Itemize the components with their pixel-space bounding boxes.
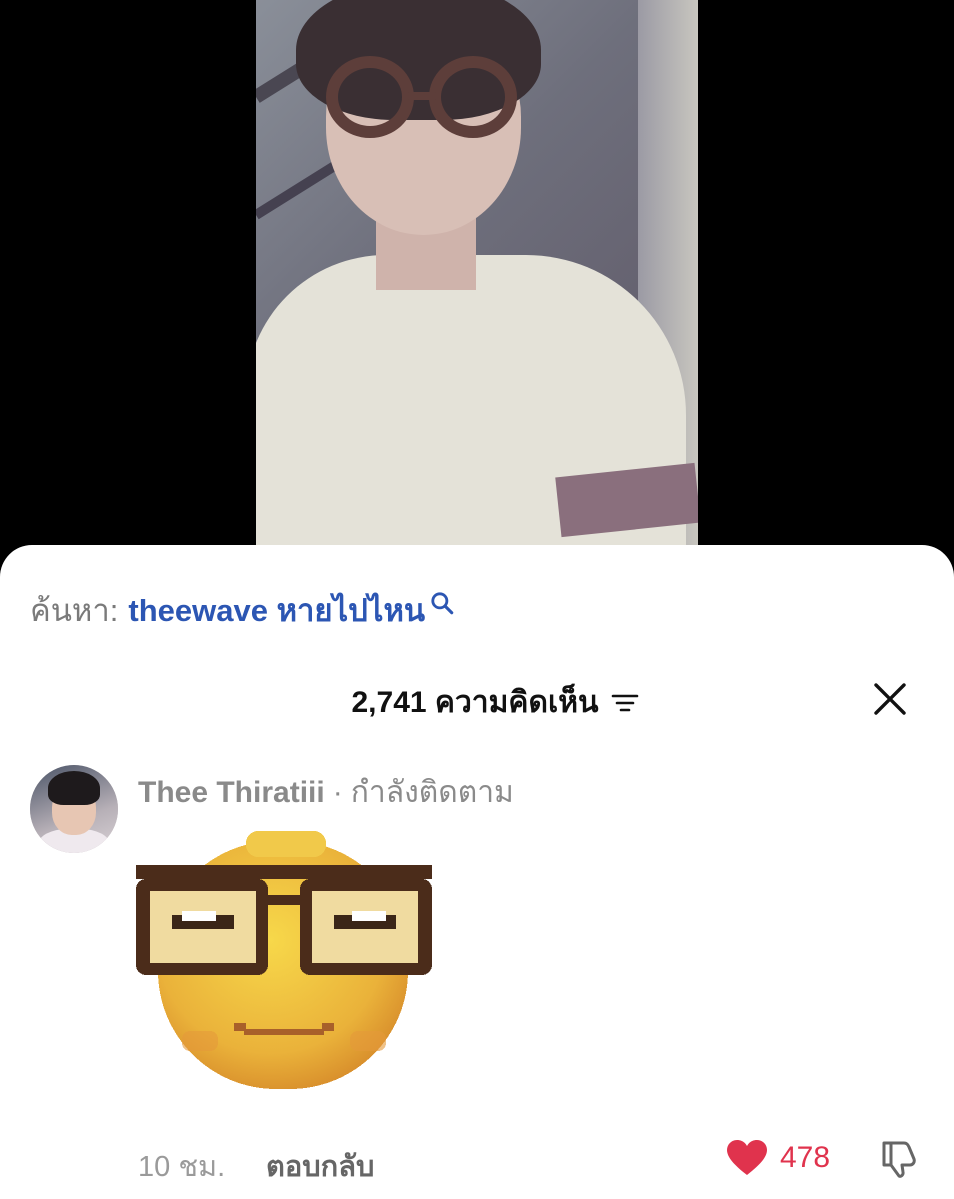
comments-header: 2,741 ความคิดเห็น (0, 675, 954, 721)
close-icon[interactable] (872, 681, 908, 717)
avatar[interactable] (30, 765, 118, 853)
comment-meta: Thee Thiratiii · กำลังติดตาม (138, 769, 514, 816)
comments-sheet: ค้นหา: theewave หายไปไหน 2,741 ความคิดเห… (0, 545, 954, 1199)
search-prefix: ค้นหา: (30, 593, 119, 628)
search-suggestion[interactable]: ค้นหา: theewave หายไปไหน (30, 585, 455, 635)
comment-item: Thee Thiratiii · กำลังติดตาม 10 ชม. ตอบก… (30, 765, 930, 1185)
comment-count: 2,741 ความคิดเห็น (351, 686, 599, 719)
comment-footer: 10 ชม. ตอบกลับ 478 (138, 1139, 928, 1183)
like-count: 478 (780, 1141, 831, 1174)
heart-icon[interactable] (726, 1139, 768, 1177)
thumbs-down-icon[interactable] (878, 1139, 918, 1179)
video-player[interactable] (0, 0, 954, 560)
video-frame (256, 0, 698, 560)
filter-icon[interactable] (611, 692, 639, 714)
glasses-filter (326, 56, 414, 138)
follow-status: กำลังติดตาม (350, 776, 514, 809)
nerd-face-sticker (136, 831, 432, 1089)
meta-separator: · (332, 775, 343, 809)
search-query-link[interactable]: theewave หายไปไหน (128, 585, 425, 635)
comment-count-sort[interactable]: 2,741 ความคิดเห็น (0, 679, 954, 726)
like-button[interactable]: 478 (726, 1139, 830, 1177)
reply-button[interactable]: ตอบกลับ (266, 1143, 374, 1189)
search-icon (431, 592, 454, 615)
comment-username[interactable]: Thee Thiratiii (138, 776, 325, 810)
comment-timestamp: 10 ชม. (138, 1151, 226, 1183)
